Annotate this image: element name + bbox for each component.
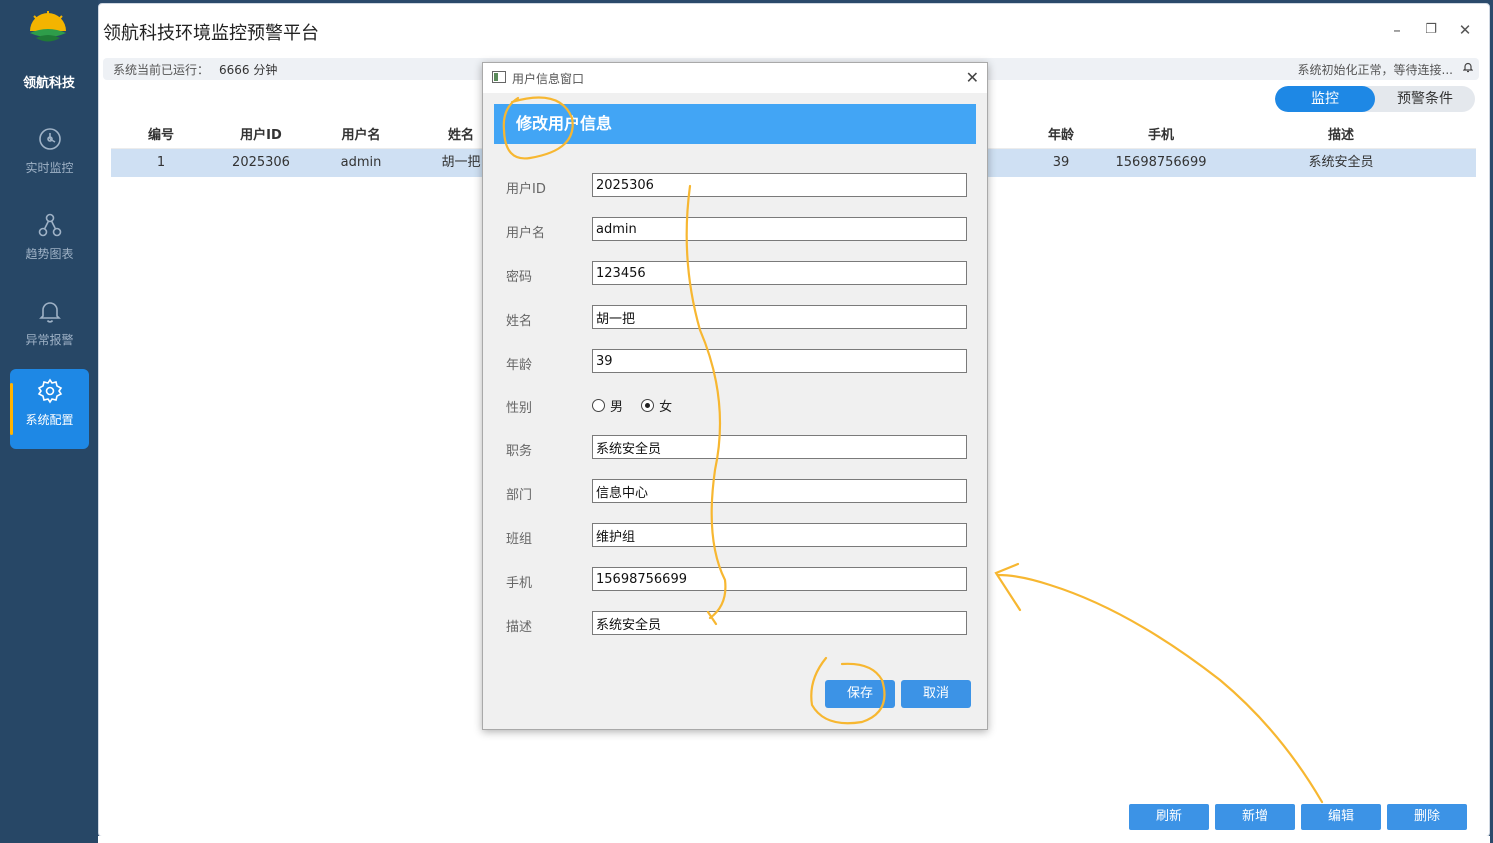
user-info-dialog: 用户信息窗口 ✕ 修改用户信息 用户ID 用户名 密码 姓名 年龄 性别 男 女… (482, 62, 988, 730)
gender-female-label[interactable]: 女 (659, 396, 672, 415)
gender-label: 性别 (506, 401, 533, 416)
notification-bell-icon[interactable] (1463, 62, 1473, 73)
refresh-button[interactable]: 刷新 (1129, 804, 1209, 830)
uptime-label: 系统当前已运行： (113, 63, 210, 77)
team-label: 班组 (506, 532, 533, 547)
gender-male-label[interactable]: 男 (610, 396, 623, 415)
username-label: 用户名 (506, 226, 546, 241)
column-header[interactable]: 编号 (131, 123, 191, 149)
position-label: 职务 (506, 444, 533, 459)
tab-alert-conditions[interactable]: 预警条件 (1375, 86, 1475, 112)
age-label: 年龄 (506, 358, 533, 373)
username-input[interactable] (592, 217, 967, 241)
sidebar: 领航科技 实时监控 趋势图表 异常报警 系统配置 (0, 0, 98, 843)
delete-button[interactable]: 删除 (1387, 804, 1467, 830)
status-message: 系统初始化正常，等待连接... (1297, 63, 1453, 77)
sidebar-item-realtime-monitor[interactable]: 实时监控 (10, 117, 89, 197)
gender-radio-group: 男 女 (592, 396, 686, 415)
sidebar-item-system-config[interactable]: 系统配置 (10, 369, 89, 449)
code-strip (98, 836, 1490, 843)
dialog-titlebar: 用户信息窗口 ✕ (483, 63, 987, 93)
table-cell: 系统安全员 (1308, 155, 1374, 170)
brand-name: 领航科技 (22, 76, 75, 91)
uptime-value: 6666 分钟 (219, 63, 278, 77)
table-cell: 2025306 (232, 155, 290, 170)
dashboard-icon (38, 128, 61, 150)
graph-nodes-icon (38, 213, 61, 237)
description-input[interactable] (592, 611, 967, 635)
column-header[interactable]: 用户名 (311, 123, 411, 149)
table-cell: admin (340, 155, 382, 170)
phone-input[interactable] (592, 567, 967, 591)
sidebar-item-label: 系统配置 (25, 413, 74, 427)
column-header[interactable]: 手机 (1111, 123, 1211, 149)
restore-button[interactable]: ❐ (1421, 20, 1441, 40)
save-button[interactable]: 保存 (825, 680, 895, 708)
position-input[interactable] (592, 435, 967, 459)
user-id-input[interactable] (592, 173, 967, 197)
user-id-label: 用户ID (506, 182, 546, 197)
table-cell: 15698756699 (1115, 155, 1207, 170)
add-button[interactable]: 新增 (1215, 804, 1295, 830)
dialog-header: 修改用户信息 (494, 104, 976, 144)
dialog-title: 用户信息窗口 (512, 72, 585, 86)
column-header[interactable]: 用户ID (211, 123, 311, 149)
password-label: 密码 (506, 270, 533, 285)
bell-icon (38, 302, 61, 323)
department-input[interactable] (592, 479, 967, 503)
team-input[interactable] (592, 523, 967, 547)
name-input[interactable] (592, 305, 967, 329)
sidebar-item-label: 趋势图表 (25, 247, 74, 261)
table-cell: 39 (1052, 155, 1070, 170)
password-input[interactable] (592, 261, 967, 285)
uptime: 系统当前已运行： 6666 分钟 (113, 61, 277, 78)
department-label: 部门 (506, 488, 533, 503)
cancel-button[interactable]: 取消 (901, 680, 971, 708)
view-tabs: 监控 预警条件 (1275, 86, 1475, 112)
tab-monitor[interactable]: 监控 (1275, 86, 1375, 112)
gender-male-radio[interactable] (592, 399, 605, 412)
window-icon (492, 71, 506, 83)
sidebar-item-trend-chart[interactable]: 趋势图表 (10, 203, 89, 283)
description-label: 描述 (506, 620, 533, 635)
column-header[interactable]: 描述 (1291, 123, 1391, 149)
column-header[interactable]: 年龄 (1011, 123, 1111, 149)
edit-button[interactable]: 编辑 (1301, 804, 1381, 830)
dialog-close-button[interactable]: ✕ (966, 68, 979, 87)
gear-icon (37, 378, 62, 404)
close-button[interactable]: ✕ (1455, 20, 1475, 40)
sidebar-item-label: 实时监控 (25, 161, 74, 175)
gender-female-radio[interactable] (641, 399, 655, 412)
app-title: 领航科技环境监控预警平台 (103, 23, 319, 44)
phone-label: 手机 (506, 576, 533, 591)
minimize-button[interactable]: – (1387, 20, 1407, 40)
name-label: 姓名 (506, 314, 533, 329)
age-input[interactable] (592, 349, 967, 373)
sidebar-item-label: 异常报警 (25, 333, 74, 347)
sidebar-item-alarm[interactable]: 异常报警 (10, 289, 89, 369)
logo-icon (30, 11, 66, 42)
table-cell: 1 (156, 155, 166, 170)
